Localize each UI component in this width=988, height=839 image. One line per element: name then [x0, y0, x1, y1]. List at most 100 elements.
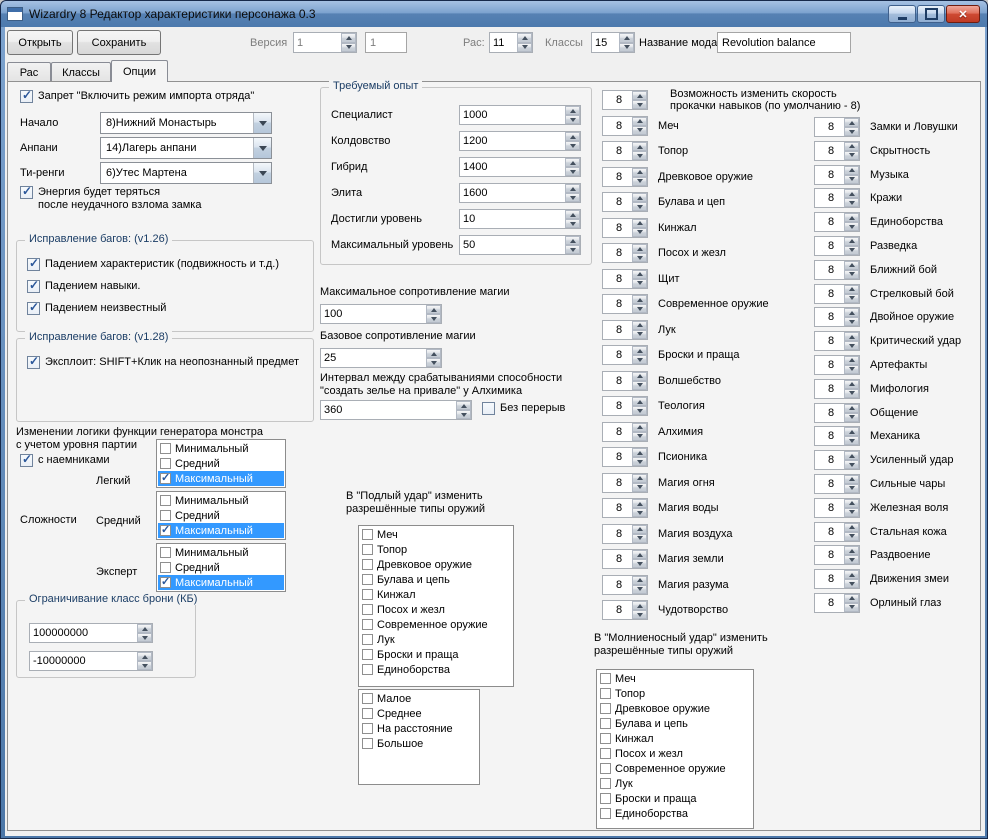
spin-up-icon[interactable] [632, 499, 647, 508]
armor-min-spinner[interactable]: -10000000 [29, 651, 153, 671]
spin-down-icon[interactable] [632, 381, 647, 390]
race-count-spinner[interactable]: 11 [489, 32, 533, 53]
spin-up-icon[interactable] [632, 321, 647, 330]
spin-up-icon[interactable] [456, 401, 471, 410]
difficulty-easy-option-2[interactable]: Максимальный [158, 471, 284, 486]
spin-down-icon[interactable] [632, 559, 647, 568]
spin-up-icon[interactable] [844, 356, 859, 365]
spin-down-icon[interactable] [456, 410, 471, 419]
spin-down-icon[interactable] [632, 126, 647, 135]
skill1-spinner-4[interactable]: 8 [602, 218, 648, 238]
experience-spinner-4[interactable]: 10 [459, 209, 581, 229]
experience-spinner-0[interactable]: 1000 [459, 105, 581, 125]
sneak-size-1[interactable]: Среднее [360, 706, 478, 721]
lightning-weapon-9[interactable]: Единоборства [598, 806, 752, 821]
spin-up-icon[interactable] [341, 33, 356, 43]
chevron-down-icon[interactable] [253, 163, 271, 183]
spin-down-icon[interactable] [844, 579, 859, 588]
sneak-size-0[interactable]: Малое [360, 691, 478, 706]
tab-race[interactable]: Рас [7, 62, 51, 82]
skill2-spinner-14[interactable]: 8 [814, 450, 860, 470]
skill2-spinner-13[interactable]: 8 [814, 426, 860, 446]
spin-down-icon[interactable] [632, 406, 647, 415]
sneak-weapon-7[interactable]: Лук [360, 632, 512, 647]
spin-up-icon[interactable] [844, 166, 859, 175]
skill1-spinner-3[interactable]: 8 [602, 192, 648, 212]
skill2-spinner-6[interactable]: 8 [814, 260, 860, 280]
skill2-spinner-1[interactable]: 8 [814, 141, 860, 161]
spin-down-icon[interactable] [844, 198, 859, 207]
spin-up-icon[interactable] [844, 261, 859, 270]
spin-up-icon[interactable] [565, 132, 580, 141]
spin-down-icon[interactable] [632, 483, 647, 492]
difficulty-list-medium[interactable]: МинимальныйСреднийМаксимальный [156, 491, 286, 540]
spin-up-icon[interactable] [844, 523, 859, 532]
spin-down-icon[interactable] [844, 484, 859, 493]
spin-up-icon[interactable] [632, 474, 647, 483]
skill2-spinner-11[interactable]: 8 [814, 379, 860, 399]
spin-down-icon[interactable] [565, 141, 580, 150]
spin-up-icon[interactable] [632, 270, 647, 279]
spin-up-icon[interactable] [844, 546, 859, 555]
lightning-weapon-4[interactable]: Кинжал [598, 731, 752, 746]
spin-up-icon[interactable] [632, 372, 647, 381]
lightning-weapon-7[interactable]: Лук [598, 776, 752, 791]
spin-down-icon[interactable] [632, 228, 647, 237]
sneak-size-3[interactable]: Большое [360, 736, 478, 751]
mercenaries-checkbox[interactable]: с наемниками [20, 454, 110, 467]
sneak-weapon-8[interactable]: Броски и праща [360, 647, 512, 662]
spin-up-icon[interactable] [632, 576, 647, 585]
spin-up-icon[interactable] [844, 118, 859, 127]
spin-up-icon[interactable] [565, 210, 580, 219]
spin-up-icon[interactable] [844, 499, 859, 508]
skill1-spinner-0[interactable]: 8 [602, 116, 648, 136]
spin-up-icon[interactable] [844, 213, 859, 222]
spin-up-icon[interactable] [844, 142, 859, 151]
skill1-spinner-13[interactable]: 8 [602, 447, 648, 467]
tab-classes[interactable]: Классы [51, 62, 111, 82]
spin-down-icon[interactable] [844, 127, 859, 136]
spin-up-icon[interactable] [619, 33, 634, 43]
difficulty-expert-option-0[interactable]: Минимальный [158, 545, 284, 560]
spin-up-icon[interactable] [844, 594, 859, 603]
spin-up-icon[interactable] [844, 570, 859, 579]
difficulty-medium-option-0[interactable]: Минимальный [158, 493, 284, 508]
difficulty-list-expert[interactable]: МинимальныйСреднийМаксимальный [156, 543, 286, 592]
lightning-weapon-5[interactable]: Посох и жезл [598, 746, 752, 761]
skill1-spinner-17[interactable]: 8 [602, 549, 648, 569]
skill1-spinner-11[interactable]: 8 [602, 396, 648, 416]
sneak-weapon-3[interactable]: Булава и цепь [360, 572, 512, 587]
spin-down-icon[interactable] [844, 508, 859, 517]
spin-down-icon[interactable] [632, 355, 647, 364]
spin-down-icon[interactable] [632, 610, 647, 619]
spin-up-icon[interactable] [632, 91, 647, 100]
sneak-weapon-2[interactable]: Древковое оружие [360, 557, 512, 572]
chevron-down-icon[interactable] [253, 113, 271, 133]
spin-up-icon[interactable] [844, 308, 859, 317]
spin-down-icon[interactable] [632, 534, 647, 543]
lightning-weapon-8[interactable]: Броски и праща [598, 791, 752, 806]
skill1-spinner-7[interactable]: 8 [602, 294, 648, 314]
spin-up-icon[interactable] [632, 346, 647, 355]
difficulty-list-easy[interactable]: МинимальныйСреднийМаксимальный [156, 439, 286, 488]
chevron-down-icon[interactable] [253, 138, 271, 158]
skill2-spinner-20[interactable]: 8 [814, 593, 860, 613]
spin-down-icon[interactable] [844, 246, 859, 255]
skill2-spinner-8[interactable]: 8 [814, 307, 860, 327]
spin-down-icon[interactable] [844, 532, 859, 541]
spin-down-icon[interactable] [844, 294, 859, 303]
skill1-spinner-8[interactable]: 8 [602, 320, 648, 340]
spin-down-icon[interactable] [632, 304, 647, 313]
difficulty-medium-option-1[interactable]: Средний [158, 508, 284, 523]
spin-down-icon[interactable] [844, 603, 859, 612]
spin-down-icon[interactable] [137, 633, 152, 642]
tab-options[interactable]: Опции [111, 60, 168, 82]
spin-down-icon[interactable] [844, 270, 859, 279]
skill2-spinner-5[interactable]: 8 [814, 236, 860, 256]
spin-up-icon[interactable] [632, 448, 647, 457]
skill2-spinner-12[interactable]: 8 [814, 403, 860, 423]
spin-down-icon[interactable] [632, 585, 647, 594]
skill1-spinner-10[interactable]: 8 [602, 371, 648, 391]
ban-import-checkbox[interactable]: Запрет "Включить режим импорта отряда" [20, 90, 254, 103]
spin-down-icon[interactable] [426, 358, 441, 367]
